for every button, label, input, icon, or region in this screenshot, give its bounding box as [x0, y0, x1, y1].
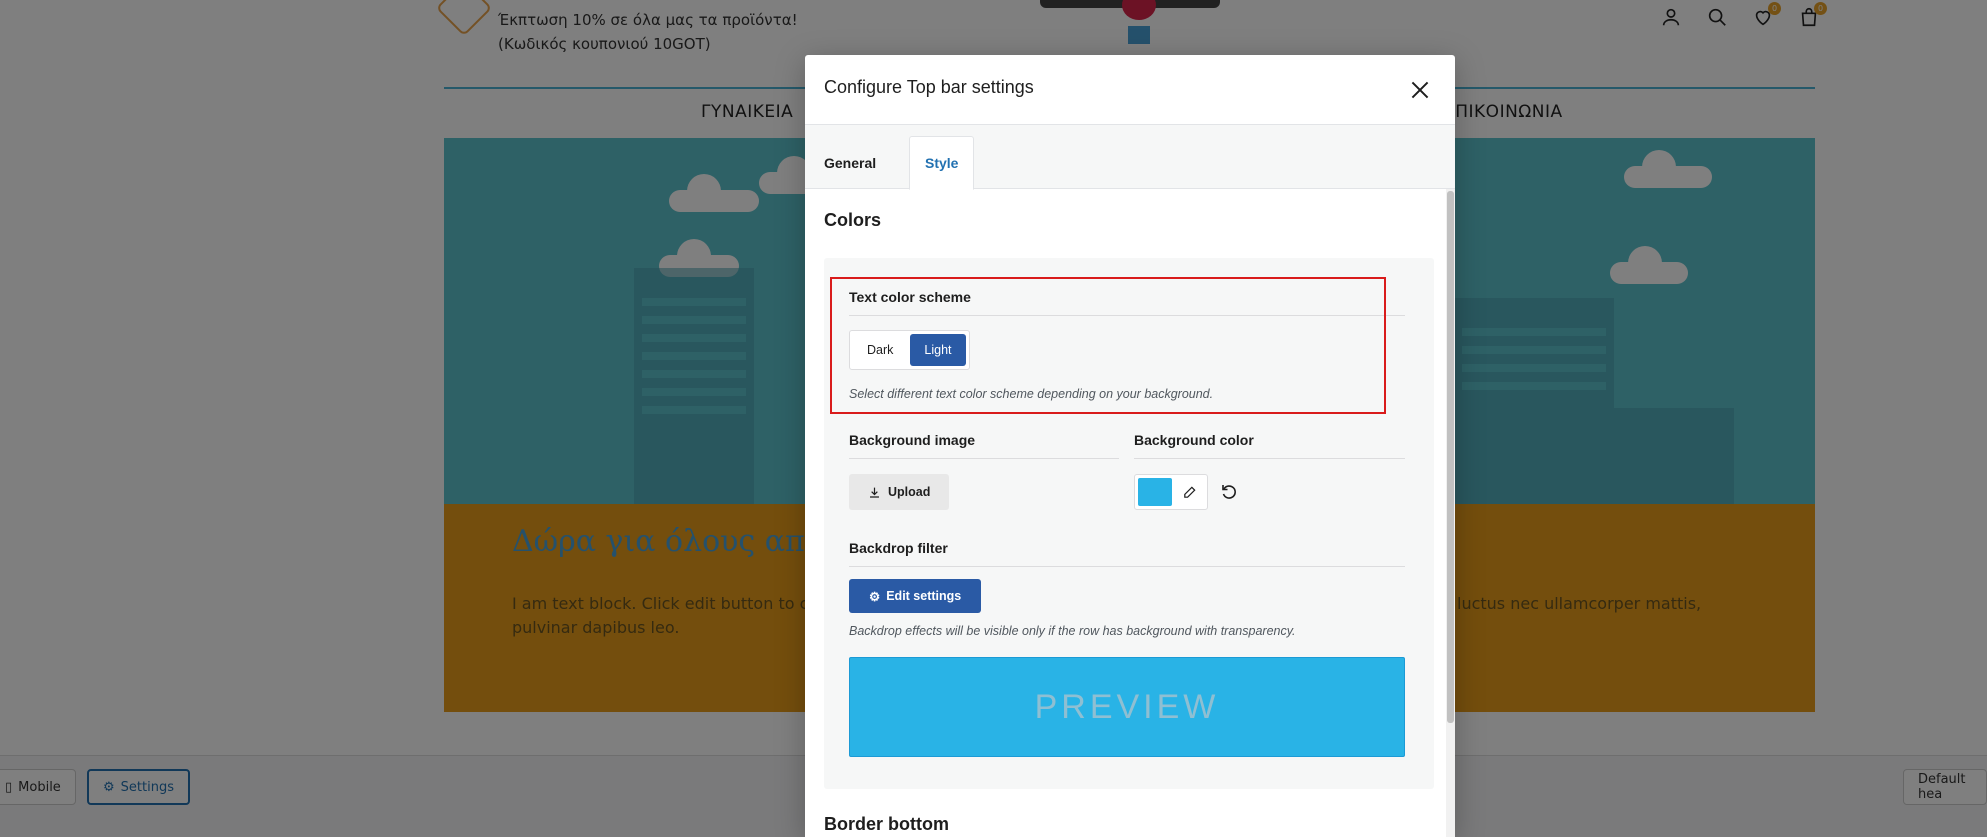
edit-settings-label: Edit settings	[886, 589, 962, 603]
background-color-label: Background color	[1134, 432, 1405, 459]
eyedropper-button[interactable]	[1174, 478, 1204, 506]
download-icon	[870, 487, 879, 498]
border-bottom-section-title: Border bottom	[824, 814, 949, 834]
color-swatch[interactable]	[1138, 478, 1172, 506]
tab-style[interactable]: Style	[909, 136, 975, 190]
colors-panel: Text color scheme Dark Light Select diff…	[824, 258, 1434, 789]
backdrop-filter-hint: Backdrop effects will be visible only if…	[849, 624, 1296, 638]
background-color-control	[1134, 474, 1208, 510]
upload-button[interactable]: Upload	[849, 474, 950, 510]
color-preview: PREVIEW	[849, 657, 1405, 757]
colors-section-title: Colors	[824, 210, 882, 230]
eyedropper-icon	[1183, 485, 1196, 498]
tab-general[interactable]: General	[809, 136, 891, 190]
modal-title: Configure Top bar settings	[824, 77, 1034, 97]
background-image-label: Background image	[849, 432, 1119, 459]
highlight-box	[830, 277, 1386, 414]
edit-settings-button[interactable]: ⚙ Edit settings	[849, 579, 982, 613]
settings-modal: Configure Top bar settings General Style…	[805, 55, 1455, 837]
upload-label: Upload	[888, 485, 931, 499]
backdrop-filter-label: Backdrop filter	[849, 540, 1405, 567]
gear-icon: ⚙	[869, 589, 881, 604]
close-button[interactable]	[1407, 77, 1433, 103]
modal-body[interactable]: Colors Text color scheme Dark Light Sele…	[805, 189, 1455, 837]
modal-tabs: General Style	[805, 125, 1455, 190]
scrollbar-thumb[interactable]	[1447, 191, 1454, 723]
close-icon	[1411, 81, 1429, 99]
reset-icon[interactable]	[1219, 482, 1239, 502]
modal-scrollbar[interactable]	[1446, 189, 1455, 837]
modal-header: Configure Top bar settings	[805, 55, 1455, 125]
